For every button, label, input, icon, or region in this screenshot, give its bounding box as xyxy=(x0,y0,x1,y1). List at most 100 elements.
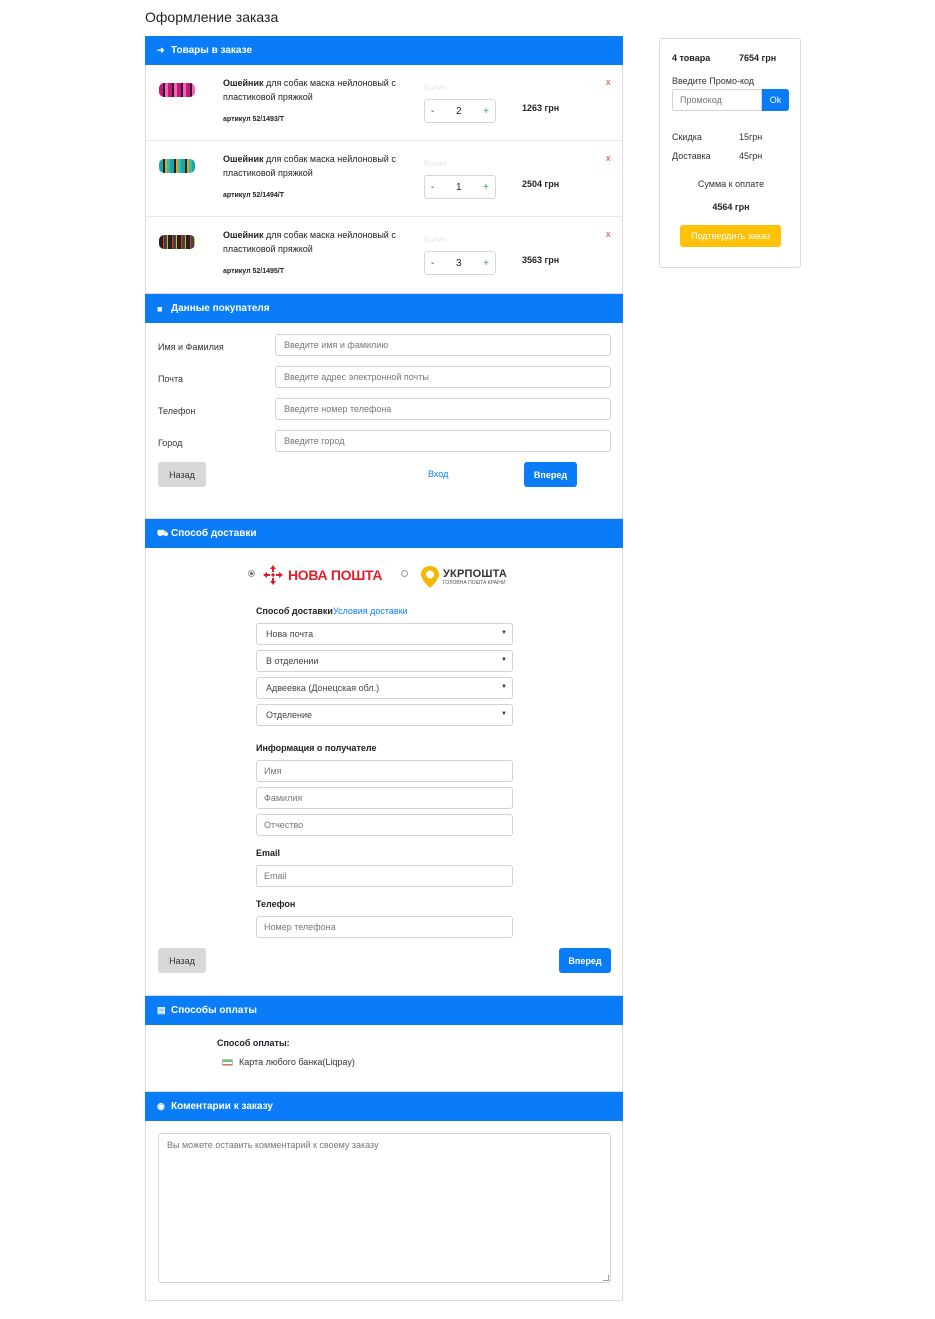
quantity-value[interactable]: 1 xyxy=(456,182,462,193)
delivery-next-button[interactable]: Вперед xyxy=(559,948,611,973)
city-row: Город Введите город xyxy=(146,430,622,462)
product-name-bold: Ошейник xyxy=(223,154,264,164)
location-pin-icon xyxy=(421,566,439,588)
decrement-button[interactable]: - xyxy=(431,182,434,193)
delivery-back-button[interactable]: Назад xyxy=(158,948,206,973)
delivery-conditions-link[interactable]: Условия доставки xyxy=(333,606,408,616)
remove-item-button[interactable]: x xyxy=(606,229,611,239)
collar-image xyxy=(159,83,195,97)
decrement-button[interactable]: - xyxy=(431,258,434,269)
delivery-header: ⛟ Способ доставки xyxy=(145,519,623,548)
promo-apply-button[interactable]: Ok xyxy=(762,89,789,111)
phone-input[interactable]: Введите номер телефона xyxy=(275,398,611,420)
name-row: Имя и Фамилия Введите имя и фамилию xyxy=(146,334,622,366)
recipient-email-input[interactable]: Email xyxy=(256,865,513,887)
login-link[interactable]: Вход xyxy=(428,469,448,479)
delivery-type-select[interactable]: В отделении ▼ xyxy=(256,650,513,672)
ukrposhta-logo[interactable]: УКРПОШТА ГОЛОВНА ПОШТА КРАЇНИ xyxy=(420,565,507,589)
ukrposhta-radio[interactable] xyxy=(401,570,408,577)
bank-card-icon xyxy=(222,1058,233,1066)
city-label: Город xyxy=(158,438,183,448)
buyer-header: ■ Данные покупателя xyxy=(145,294,623,323)
id-card-icon: ■ xyxy=(157,303,163,314)
delivery-body: НОВА ПОШТА УКРПОШТА ГОЛОВНА ПОШТА КРАЇНИ… xyxy=(145,548,623,996)
cart-heading: Товары в заказе xyxy=(171,45,253,56)
cart-body: Ошейник для собак маска нейлоновый с пла… xyxy=(145,65,623,294)
increment-button[interactable]: + xyxy=(483,258,489,269)
comments-icon: ◉ xyxy=(157,1101,165,1111)
recipient-first-name-input[interactable]: Имя xyxy=(256,760,513,782)
city-input[interactable]: Введите город xyxy=(275,430,611,452)
product-thumbnail[interactable] xyxy=(159,153,195,177)
quantity-value[interactable]: 3 xyxy=(456,258,462,269)
product-name[interactable]: Ошейник для собак маска нейлоновый с пла… xyxy=(223,228,413,256)
delivery-method-label: Способ доставкиУсловия доставки xyxy=(256,606,408,616)
confirm-order-button[interactable]: Подтвердить заказ xyxy=(680,225,781,247)
qty-label: Колич xyxy=(424,159,447,168)
carrier-select[interactable]: Нова почта ▼ xyxy=(256,623,513,645)
next-button[interactable]: Вперед xyxy=(524,462,577,487)
cart-item: Ошейник для собак маска нейлоновый с пла… xyxy=(146,217,622,293)
cart-item: Ошейник для собак маска нейлоновый с пла… xyxy=(146,65,622,141)
product-name[interactable]: Ошейник для собак маска нейлоновый с пла… xyxy=(223,152,413,180)
payment-body: Способ оплаты: Карта любого банка(Liqpay… xyxy=(145,1025,623,1092)
collar-image xyxy=(159,235,195,249)
qty-label: Колич xyxy=(424,83,447,92)
remove-item-button[interactable]: x xyxy=(606,153,611,163)
delivery-type-value: В отделении xyxy=(266,656,319,666)
product-sku: артикул 52/1495/Т xyxy=(223,268,285,275)
amount-due-value: 4564 грн xyxy=(712,202,750,212)
liqpay-option[interactable]: Карта любого банка(Liqpay) xyxy=(222,1057,355,1067)
city-select[interactable]: Адвеевка (Донецская обл.) ▼ xyxy=(256,677,513,699)
comment-placeholder: Вы можете оставить комментарий к своему … xyxy=(167,1140,379,1150)
product-name-bold: Ошейник xyxy=(223,78,264,88)
increment-button[interactable]: + xyxy=(483,106,489,117)
cart-item: Ошейник для собак маска нейлоновый с пла… xyxy=(146,141,622,217)
name-input[interactable]: Введите имя и фамилию xyxy=(275,334,611,356)
amount-due-label: Сумма к оплате xyxy=(697,179,765,189)
truck-icon: ⛟ xyxy=(157,527,169,538)
item-price: 2504 грн xyxy=(522,179,560,189)
carrier-select-value: Нова почта xyxy=(266,629,314,639)
recipient-phone-input[interactable]: Номер телефона xyxy=(256,916,513,938)
chevron-down-icon: ▼ xyxy=(501,684,507,690)
buyer-heading: Данные покупателя xyxy=(171,303,270,314)
product-name-bold: Ошейник xyxy=(223,230,264,240)
quantity-stepper: - 2 + xyxy=(424,99,496,123)
remove-item-button[interactable]: x xyxy=(606,77,611,87)
delivery-method-text: Способ доставки xyxy=(256,606,333,616)
nova-poshta-logo[interactable]: НОВА ПОШТА xyxy=(262,564,383,586)
resize-handle-icon[interactable] xyxy=(603,1275,609,1281)
comment-textarea[interactable]: Вы можете оставить комментарий к своему … xyxy=(158,1133,611,1283)
product-sku: артикул 52/1493/Т xyxy=(223,116,285,123)
delivery-cost-value: 45грн xyxy=(739,151,763,161)
recipient-patronymic-input[interactable]: Отчество xyxy=(256,814,513,836)
increment-button[interactable]: + xyxy=(483,182,489,193)
recipient-last-name-input[interactable]: Фамилия xyxy=(256,787,513,809)
product-name[interactable]: Ошейник для собак маска нейлоновый с пла… xyxy=(223,76,413,104)
quantity-value[interactable]: 2 xyxy=(456,106,462,117)
product-thumbnail[interactable] xyxy=(159,77,195,101)
recipient-phone-label: Телефон xyxy=(256,899,296,909)
nova-poshta-radio[interactable] xyxy=(248,570,255,577)
email-input[interactable]: Введите адрес электронной почты xyxy=(275,366,611,388)
promo-input[interactable]: Промокод xyxy=(672,89,762,111)
liqpay-label: Карта любого банка(Liqpay) xyxy=(239,1057,355,1067)
product-sku: артикул 52/1494/Т xyxy=(223,192,285,199)
ukrposhta-title: УКРПОШТА xyxy=(443,568,507,580)
chevron-down-icon: ▼ xyxy=(501,657,507,663)
payment-heading: Способы оплаты xyxy=(171,1005,257,1016)
recipient-info-label: Информация о получателе xyxy=(256,743,377,753)
order-summary: 4 товара 7654 грн Введите Промо-код Пром… xyxy=(659,38,801,268)
delivery-heading: Способ доставки xyxy=(171,528,257,539)
promo-label: Введите Промо-код xyxy=(672,76,755,86)
discount-label: Скидка xyxy=(672,132,702,142)
back-button[interactable]: Назад xyxy=(158,462,206,487)
credit-card-icon: ▤ xyxy=(157,1005,166,1015)
decrement-button[interactable]: - xyxy=(431,106,434,117)
ukrposhta-text-block: УКРПОШТА ГОЛОВНА ПОШТА КРАЇНИ xyxy=(443,568,507,586)
branch-select[interactable]: Отделение ▼ xyxy=(256,704,513,726)
qty-label: Колич xyxy=(424,235,447,244)
product-thumbnail[interactable] xyxy=(159,229,195,253)
order-total: 7654 грн xyxy=(739,53,777,63)
